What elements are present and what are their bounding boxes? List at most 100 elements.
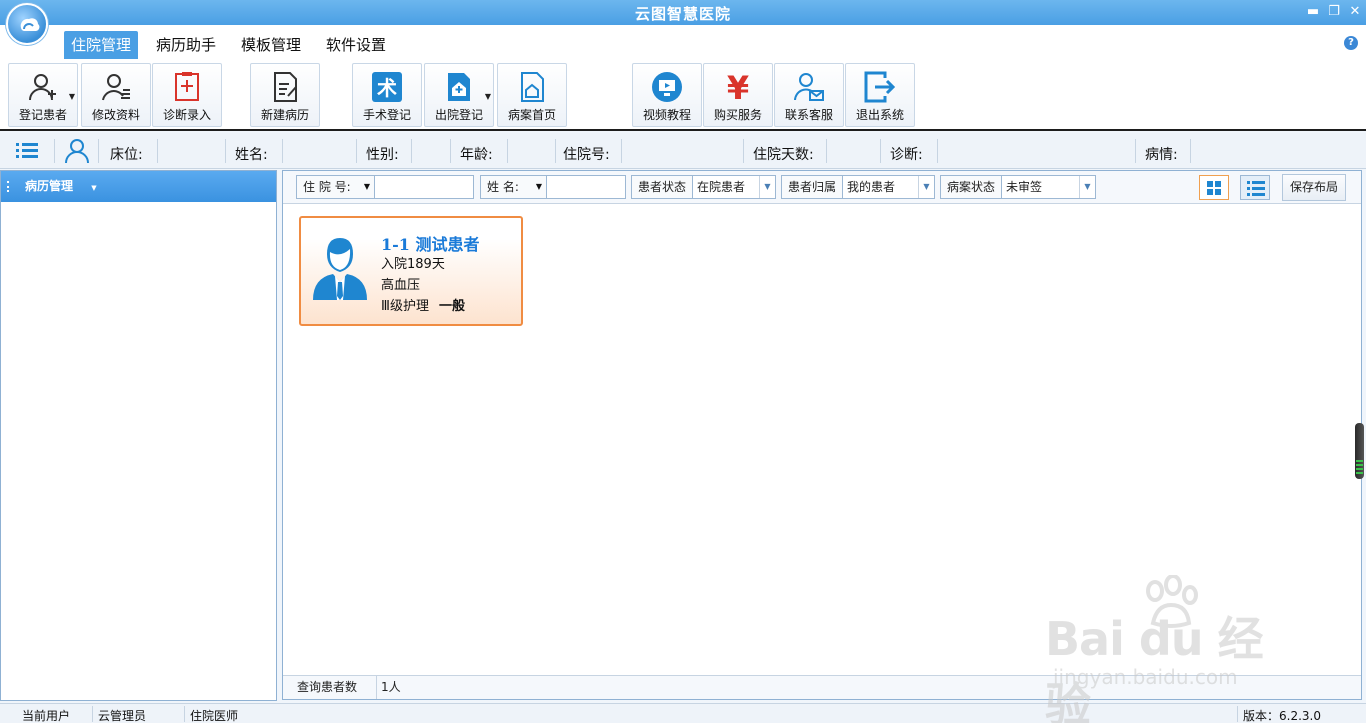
patient-status-filter: 患者状态 在院患者 ▼ [631,175,776,199]
record-management-panel: 病历管理 ▼ [0,170,277,701]
svg-text:术: 术 [377,76,397,100]
medical-kit-icon [175,72,199,101]
patient-status-label: 患者状态 [632,176,694,198]
list-icon[interactable] [16,142,38,160]
days-label: 住院天数: [753,147,814,163]
grip-icon [7,181,9,192]
discharge-register-button[interactable]: 出院登记 ▼ [424,63,494,127]
patient-card[interactable]: 1-1 测试患者 入院189天 高血压 Ⅲ级护理 一般 [299,216,523,326]
grid-view-button[interactable] [1199,175,1229,200]
chevron-down-icon: ▼ [363,182,370,191]
new-record-label: 新建病历 [260,108,309,122]
chevron-down-icon: ▼ [535,182,542,191]
toolbar: 登记患者 ▼ 修改资料 诊断录入 新建病历 术 手术登记 出院登记 ▼ 病案首页… [0,61,1366,131]
menu-template-management[interactable]: 模板管理 [234,31,308,59]
bed-label: 床位: [110,147,143,163]
query-count-label: 查询患者数 [283,676,377,699]
list-view-button[interactable] [1240,175,1270,200]
name-input[interactable] [547,176,625,198]
patient-owner-label: 患者归属 [782,176,844,198]
admission-no-label: 住院号: [563,147,610,163]
register-patient-button[interactable]: 登记患者 ▼ [8,63,78,127]
name-label: 姓名: [235,147,268,163]
chevron-down-icon: ▼ [918,176,934,198]
app-logo-icon [6,3,48,45]
contact-support-button[interactable]: 联系客服 [774,63,844,127]
menu-software-settings[interactable]: 软件设置 [319,31,393,59]
close-button[interactable]: ✕ [1346,3,1364,21]
title-bar: 云图智慧医院 ▬ ❐ ✕ [0,0,1366,25]
diagnosis-entry-button[interactable]: 诊断录入 [152,63,222,127]
menu-bar: 住院管理 病历助手 模板管理 软件设置 ? [0,25,1366,61]
chevron-down-icon[interactable]: ▼ [69,92,75,101]
doctor-avatar-icon [313,238,367,300]
gender-label: 性别: [366,147,399,163]
admission-no-input[interactable] [375,176,473,198]
exit-icon [864,71,896,103]
edit-profile-button[interactable]: 修改资料 [81,63,151,127]
surgery-register-label: 手术登记 [362,108,411,122]
patient-info-bar: 床位: 姓名: 性别: 年龄: 住院号: 住院天数: 诊断: 病情: [0,133,1366,169]
buy-service-button[interactable]: ¥ 购买服务 [703,63,773,127]
monitor-icon [652,72,682,102]
new-record-button[interactable]: 新建病历 [250,63,320,127]
video-tutorial-button[interactable]: 视频教程 [632,63,702,127]
chevron-down-icon: ▼ [1079,176,1095,198]
query-status-row: 查询患者数 1人 [283,675,1361,699]
edit-user-icon [102,74,130,101]
admission-no-filter-label[interactable]: 住 院 号: ▼ [297,176,375,198]
save-layout-button[interactable]: 保存布局 [1282,174,1346,201]
help-icon[interactable]: ? [1344,36,1358,50]
register-patient-label: 登记患者 [18,108,67,122]
patient-card-diagnosis: 高血压 [381,278,421,293]
case-homepage-button[interactable]: 病案首页 [497,63,567,127]
query-count-value: 1人 [381,680,401,694]
panel-title: 病历管理 [25,179,74,193]
chevron-down-icon[interactable]: ▼ [485,92,491,101]
record-status-label: 病案状态 [941,176,1003,198]
user-icon [65,139,89,164]
patient-owner-select[interactable]: 我的患者 ▼ [843,176,934,198]
restore-button[interactable]: ❐ [1325,3,1343,21]
version-label: 版本：6.2.3.0 [1243,709,1321,723]
diagnosis-entry-label: 诊断录入 [162,108,211,122]
edit-profile-label: 修改资料 [91,108,140,122]
menu-inpatient-management[interactable]: 住院管理 [64,31,139,59]
support-icon [794,73,824,101]
filter-bar: 住 院 号: ▼ 姓 名: ▼ 患者状态 在院患者 ▼ 患者归属 我的患者 ▼ 病案状态… [283,171,1361,204]
discharge-icon [448,73,470,101]
list-icon [1247,181,1265,196]
exit-system-button[interactable]: 退出系统 [845,63,915,127]
name-filter-label[interactable]: 姓 名: ▼ [481,176,547,198]
condition-label: 病情: [1145,147,1178,163]
minimize-button[interactable]: ▬ [1304,3,1322,21]
patient-card-nursing: Ⅲ级护理 一般 [381,299,465,314]
patient-status-select[interactable]: 在院患者 ▼ [693,176,775,198]
scrollbar-thumb[interactable] [1355,423,1364,479]
admission-no-filter: 住 院 号: ▼ [296,175,474,199]
main-content: 住 院 号: ▼ 姓 名: ▼ 患者状态 在院患者 ▼ 患者归属 我的患者 ▼ 病案状态… [282,170,1362,700]
document-edit-icon [274,72,297,102]
current-user-label: 当前用户 [22,709,71,723]
grid-icon [1207,181,1221,195]
patient-card-days: 入院189天 [381,257,445,272]
yen-icon: ¥ [727,70,749,104]
surgery-icon: 术 [372,72,402,102]
panel-header[interactable]: 病历管理 ▼ [1,171,276,202]
add-user-icon [29,74,56,101]
chevron-down-icon: ▼ [759,176,775,198]
current-user-name: 云管理员 [98,709,147,723]
surgery-register-button[interactable]: 术 手术登记 [352,63,422,127]
record-status-select[interactable]: 未审签 ▼ [1002,176,1095,198]
contact-support-label: 联系客服 [784,108,833,122]
menu-record-assistant[interactable]: 病历助手 [149,31,223,59]
svg-text:¥: ¥ [727,70,749,104]
age-label: 年龄: [460,147,493,163]
patient-owner-filter: 患者归属 我的患者 ▼ [781,175,935,199]
record-status-filter: 病案状态 未审签 ▼ [940,175,1096,199]
exit-system-label: 退出系统 [855,108,904,122]
diagnosis-label: 诊断: [890,147,923,163]
patient-card-condition: 一般 [438,299,465,314]
chevron-down-icon[interactable]: ▼ [91,184,96,192]
video-tutorial-label: 视频教程 [642,108,691,122]
